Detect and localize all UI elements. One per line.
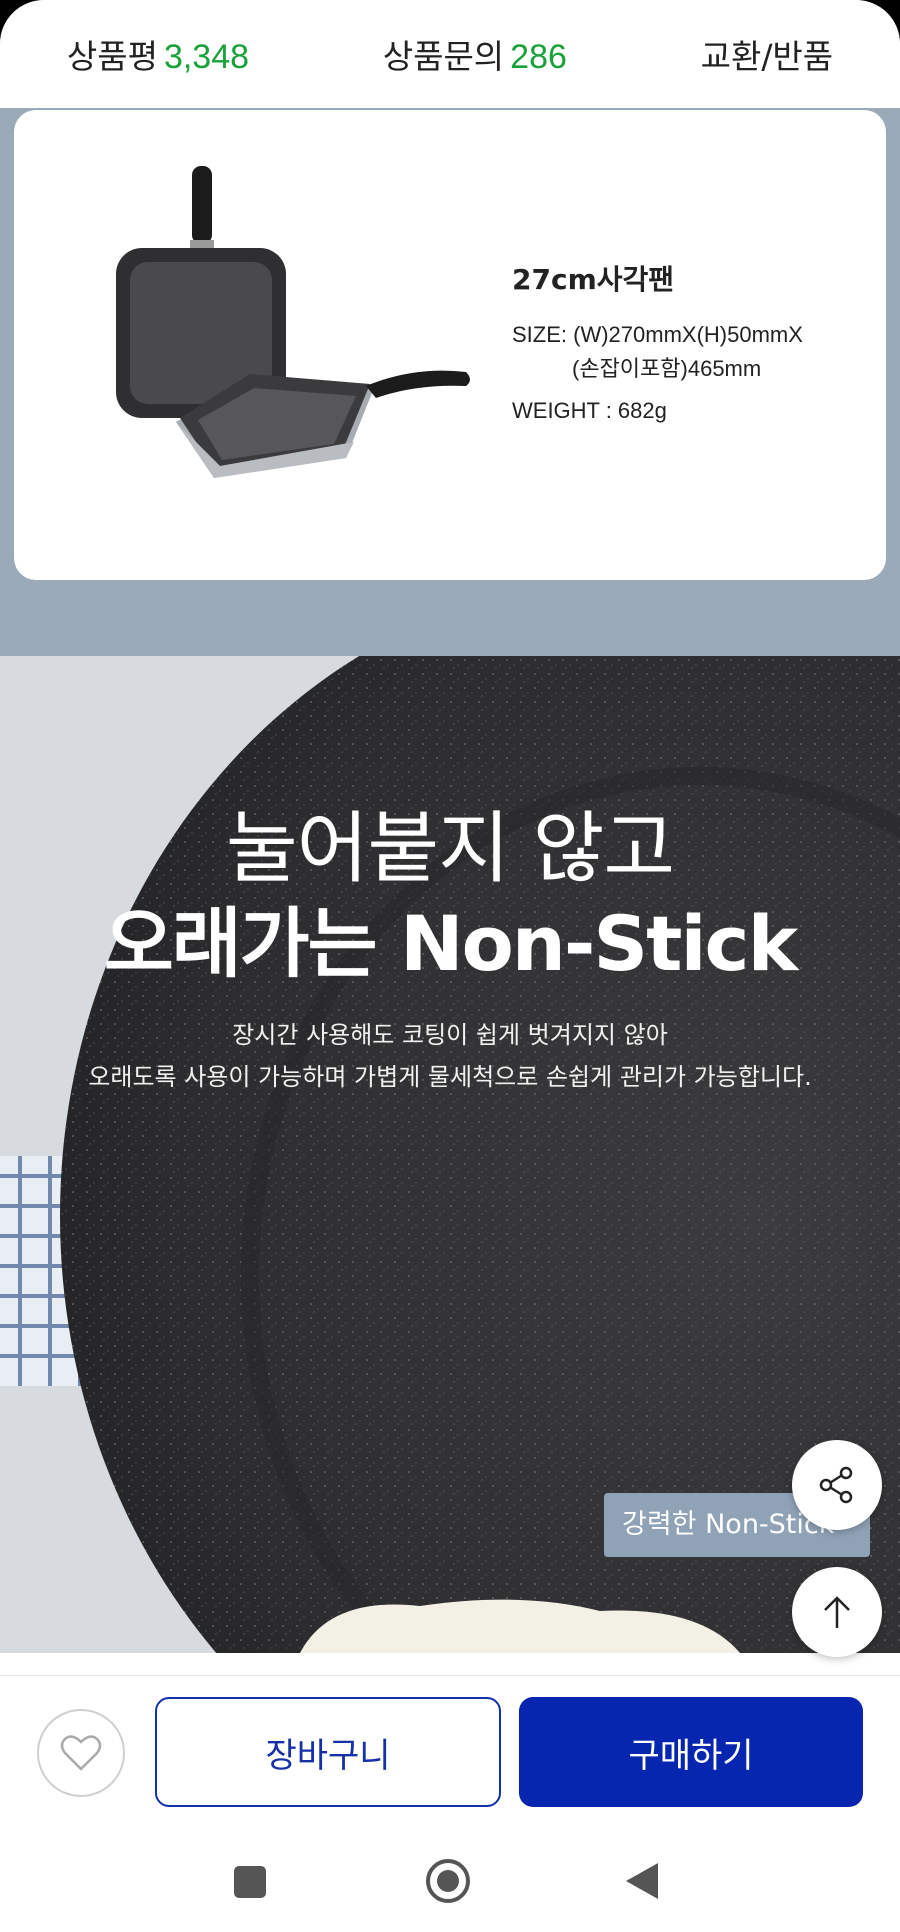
buy-now-button[interactable]: 구매하기 [519, 1697, 863, 1807]
arrow-up-icon [824, 1596, 850, 1628]
app-screen: 상품평 3,348 상품문의 286 교환/반품 27cm사각팬 SIZE: (… [0, 0, 900, 1932]
tab-reviews[interactable]: 상품평 3,348 [67, 30, 249, 78]
spec-section: 27cm사각팬 SIZE: (W)270mmX(H)50mmX (손잡이포함)4… [0, 108, 900, 656]
hero-description: 장시간 사용해도 코팅이 쉽게 벗겨지지 않아 오래도록 사용이 가능하며 가볍… [0, 1014, 900, 1098]
hero-desc-line2: 오래도록 사용이 가능하며 가볍게 물세척으로 손쉽게 관리가 가능합니다. [88, 1063, 812, 1091]
spec-title: 27cm사각팬 [512, 263, 675, 296]
add-to-cart-button[interactable]: 장바구니 [155, 1697, 501, 1807]
reviews-count: 3,348 [163, 38, 250, 76]
nav-home-button[interactable] [424, 1857, 472, 1909]
hero-banner: 눌어붙지 않고 오래가는 Non-Stick 장시간 사용해도 코팅이 쉽게 벗… [0, 656, 900, 1653]
tab-exchange-label: 교환/반품 [700, 37, 834, 76]
share-button[interactable] [792, 1440, 882, 1530]
spec-weight: WEIGHT : 682g [512, 398, 667, 423]
spec-card: 27cm사각팬 SIZE: (W)270mmX(H)50mmX (손잡이포함)4… [14, 110, 886, 580]
product-tabs: 상품평 3,348 상품문의 286 교환/반품 [0, 0, 900, 109]
share-icon [819, 1466, 853, 1504]
tab-reviews-label: 상품평 [66, 37, 158, 76]
square-pan-image [116, 166, 470, 478]
nav-recents-button[interactable] [232, 1864, 268, 1904]
nav-back-button[interactable] [624, 1861, 660, 1905]
purchase-bar: 장바구니 구매하기 [0, 1675, 900, 1828]
system-nav-bar [0, 1827, 900, 1932]
spec-size: SIZE: (W)270mmX(H)50mmX (손잡이포함)465mm [512, 318, 872, 386]
home-icon [426, 1859, 470, 1903]
spec-size-line2: (손잡이포함)465mm [572, 356, 762, 381]
heart-icon [60, 1735, 102, 1771]
spec-size-line1: SIZE: (W)270mmX(H)50mmX [512, 322, 803, 347]
back-icon [626, 1863, 658, 1899]
hero-headline-2: 오래가는 Non-Stick [103, 899, 798, 988]
spec-text: 27cm사각팬 SIZE: (W)270mmX(H)50mmX (손잡이포함)4… [512, 258, 872, 424]
inquiries-count: 286 [510, 38, 567, 76]
tab-inquiries[interactable]: 상품문의 286 [383, 30, 567, 78]
wishlist-button[interactable] [37, 1709, 125, 1797]
hero-desc-line1: 장시간 사용해도 코팅이 쉽게 벗겨지지 않아 [232, 1021, 668, 1049]
tab-inquiries-label: 상품문의 [382, 37, 505, 76]
scroll-top-button[interactable] [792, 1567, 882, 1657]
recents-icon [234, 1866, 266, 1898]
tab-exchange[interactable]: 교환/반품 [701, 30, 834, 78]
